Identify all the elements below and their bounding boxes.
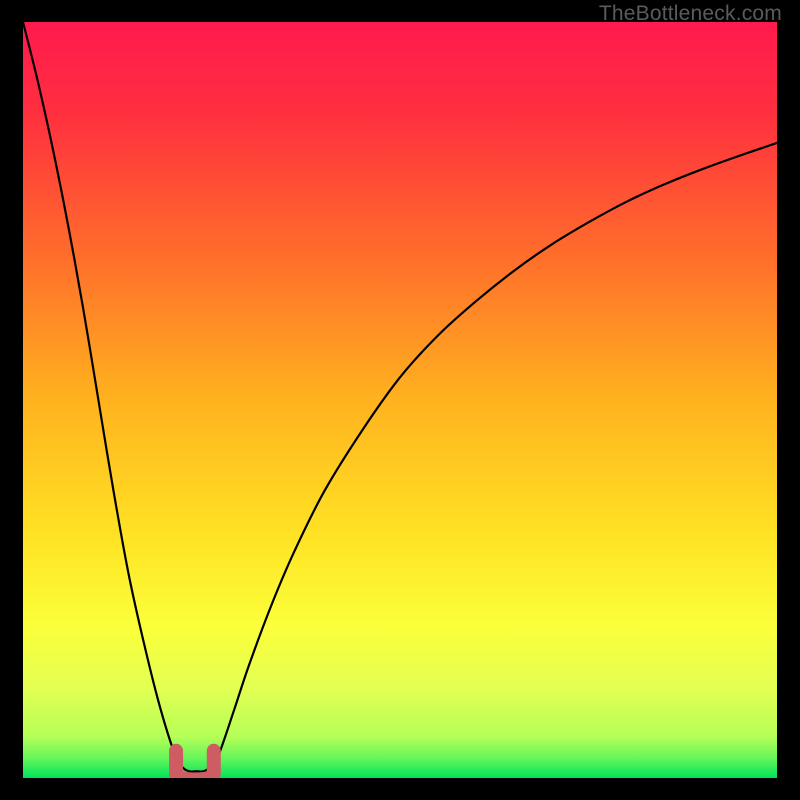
optimal-marker: [176, 751, 214, 778]
curves-layer: [23, 22, 777, 778]
bottleneck-curve-left: [23, 22, 196, 772]
chart-area: [23, 22, 777, 778]
bottleneck-curve-right: [196, 143, 777, 772]
